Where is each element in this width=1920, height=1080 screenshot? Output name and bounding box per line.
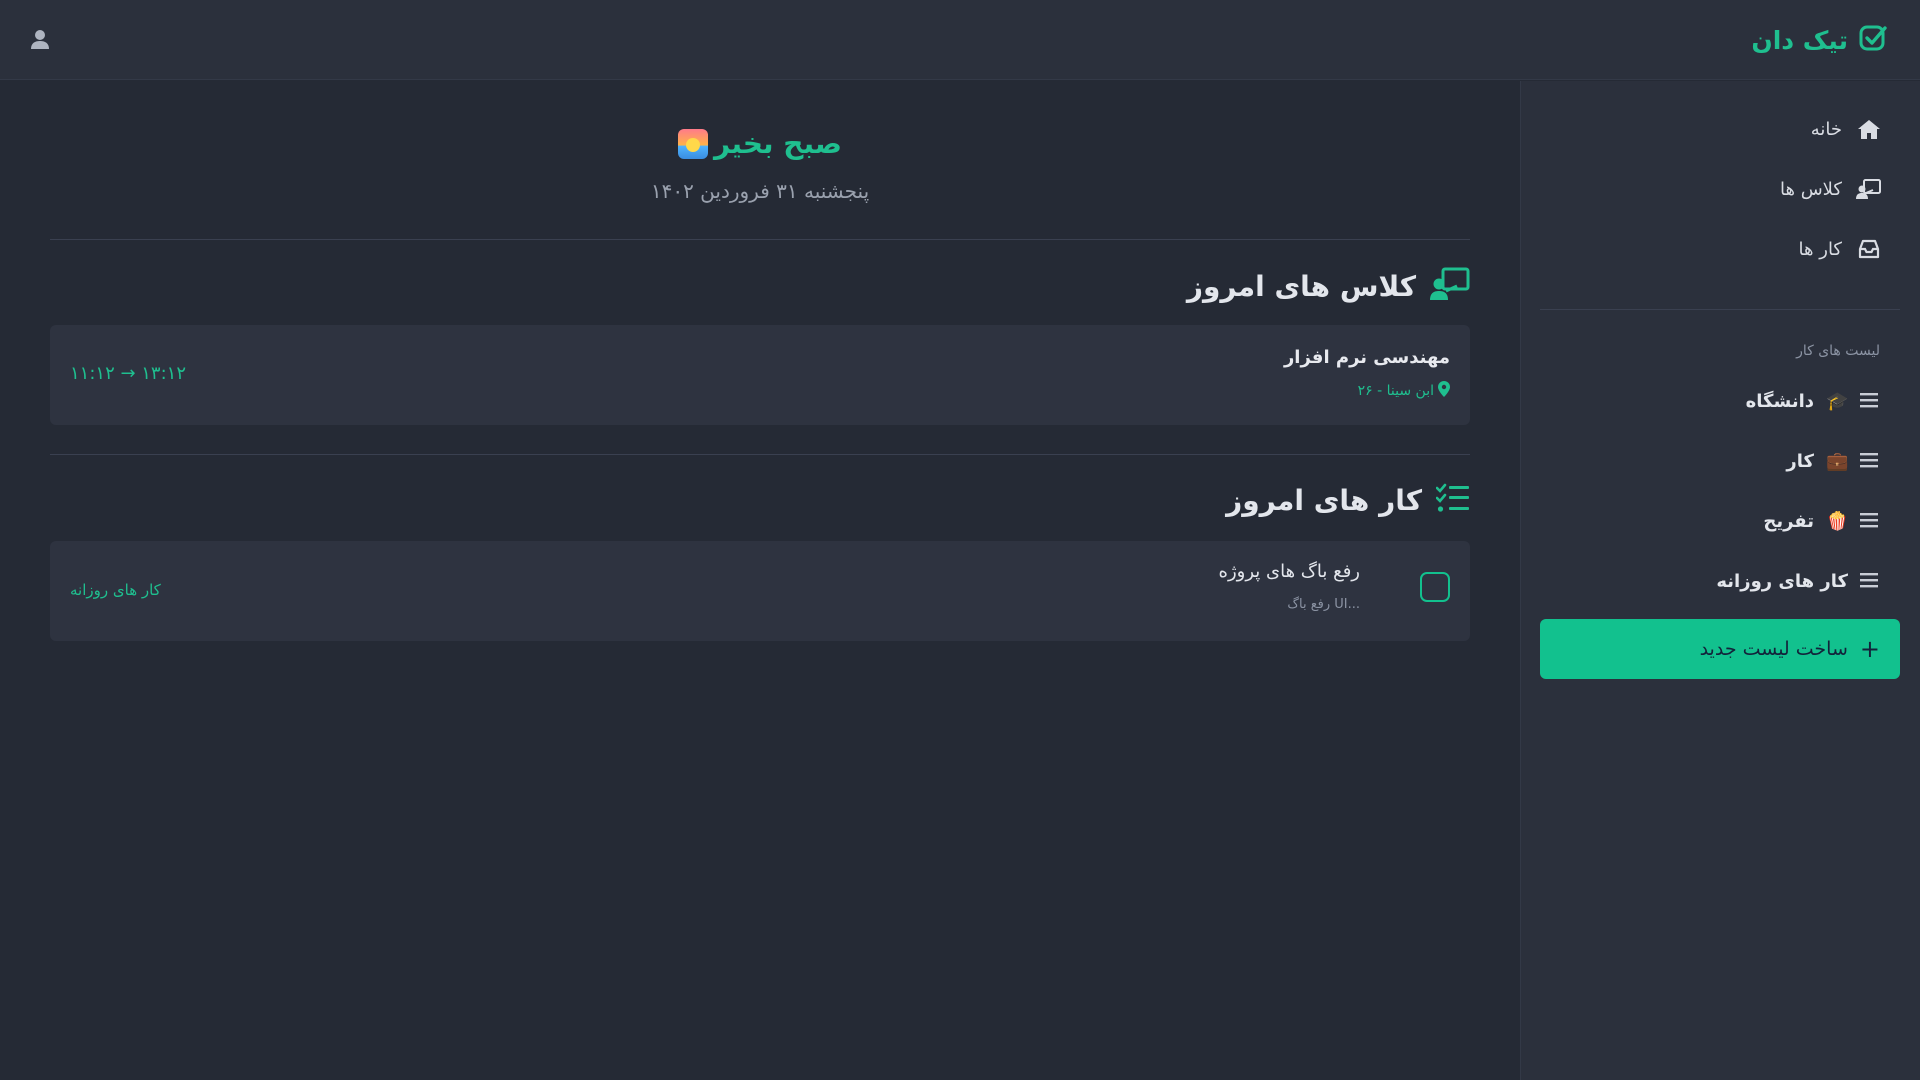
task-title: رفع باگ های پروژه — [1218, 561, 1360, 582]
task-lists: 🎓 دانشگاه 💼 کار 🍿 تفریح کار های روزانه — [1716, 371, 1882, 611]
new-list-button[interactable]: + ساخت لیست جدید — [1540, 619, 1900, 679]
location-pin-icon — [1438, 381, 1450, 401]
class-name: مهندسی نرم افزار — [1283, 347, 1450, 368]
menu-icon[interactable] — [1860, 512, 1882, 530]
main-content: صبح بخیر پنجشنبه ۳۱ فروردین ۱۴۰۲ کلاس ها… — [50, 81, 1470, 1080]
tasks-title: کار های امروز — [1226, 483, 1422, 517]
menu-icon[interactable] — [1860, 452, 1882, 470]
teacher-icon — [1430, 267, 1470, 305]
tasks-heading: کار های امروز — [1226, 483, 1470, 517]
list-item-work[interactable]: 💼 کار — [1716, 431, 1882, 491]
briefcase-icon: 💼 — [1826, 450, 1849, 472]
greeting: صبح بخیر — [50, 127, 1470, 160]
class-time: ۱۱:۱۲ → ۱۳:۱۲ — [70, 363, 186, 384]
classes-heading: کلاس های امروز — [1187, 267, 1470, 305]
top-bar: تیک دان — [0, 0, 1920, 80]
task-checkbox[interactable] — [1420, 572, 1450, 602]
sidebar-item-label: کار ها — [1798, 238, 1842, 260]
brand-name: تیک دان — [1751, 25, 1848, 55]
check-badge-icon — [1858, 23, 1888, 57]
home-icon — [1856, 116, 1882, 142]
sidebar-nav: خانه کلاس ها کار ها — [1780, 99, 1882, 279]
sidebar-divider — [1540, 309, 1900, 310]
divider — [50, 239, 1470, 240]
today-date: پنجشنبه ۳۱ فروردین ۱۴۰۲ — [650, 179, 870, 203]
sidebar: خانه کلاس ها کار ها لیست های کار 🎓 دانشگ… — [1520, 81, 1920, 1080]
inbox-icon — [1856, 236, 1882, 262]
sidebar-item-classes[interactable]: کلاس ها — [1780, 159, 1882, 219]
greeting-text: صبح بخیر — [714, 127, 842, 160]
brand-logo[interactable]: تیک دان — [1751, 22, 1888, 58]
class-card[interactable]: مهندسی نرم افزار ابن سینا - ۲۶ ۱۱:۱۲ → ۱… — [50, 325, 1470, 425]
app-root: تیک دان خانه کلاس ها کار ها لیست های کار… — [0, 0, 1920, 1080]
class-location-text: ابن سینا - ۲۶ — [1357, 383, 1434, 399]
menu-icon[interactable] — [1860, 392, 1882, 410]
list-item-university[interactable]: 🎓 دانشگاه — [1716, 371, 1882, 431]
task-card[interactable]: رفع باگ های پروژه رفع باگ UI... کار های … — [50, 541, 1470, 641]
class-location: ابن سینا - ۲۶ — [1358, 381, 1450, 401]
divider — [50, 454, 1470, 455]
list-label: دانشگاه — [1745, 390, 1814, 412]
graduation-cap-icon: 🎓 — [1826, 390, 1849, 412]
plus-icon: + — [1859, 635, 1880, 663]
user-icon[interactable] — [26, 26, 54, 54]
new-list-label: ساخت لیست جدید — [1699, 638, 1848, 660]
task-subtitle: رفع باگ UI... — [1287, 597, 1360, 612]
task-list-link[interactable]: کار های روزانه — [70, 581, 161, 599]
sidebar-item-label: خانه — [1810, 118, 1842, 140]
sidebar-item-tasks[interactable]: کار ها — [1780, 219, 1882, 279]
list-item-fun[interactable]: 🍿 تفریح — [1716, 491, 1882, 551]
list-item-daily[interactable]: کار های روزانه — [1716, 551, 1882, 611]
sidebar-item-label: کلاس ها — [1780, 178, 1842, 200]
menu-icon[interactable] — [1860, 572, 1882, 590]
popcorn-icon: 🍿 — [1826, 510, 1849, 532]
list-label: تفریح — [1763, 510, 1814, 532]
sidebar-item-home[interactable]: خانه — [1780, 99, 1882, 159]
lists-section-label: لیست های کار — [1796, 343, 1880, 359]
teacher-icon — [1856, 176, 1882, 202]
classes-title: کلاس های امروز — [1186, 269, 1416, 303]
sunrise-icon — [678, 128, 709, 159]
checklist-icon — [1435, 483, 1470, 517]
list-label: کار — [1786, 450, 1814, 472]
list-label: کار های روزانه — [1716, 570, 1848, 592]
